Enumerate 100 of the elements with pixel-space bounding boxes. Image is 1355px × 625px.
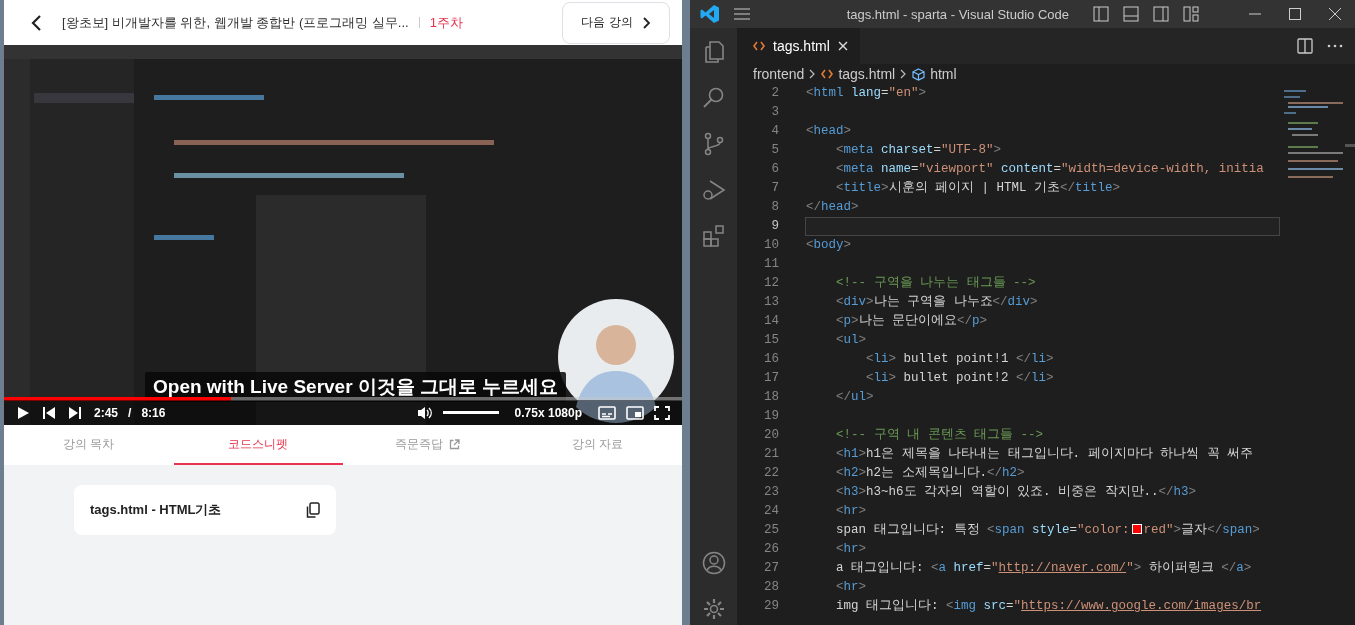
code-line: <h3>h3~h6도 각자의 역할이 있죠. 비중은 작지만..</h3> [835, 485, 1197, 499]
line-number: 21 [763, 446, 779, 463]
course-title: [왕초보] 비개발자를 위한, 웹개발 종합반 (프로그래밍 실무... [62, 13, 409, 32]
code-line: <p>나는 문단이에요</p> [835, 314, 988, 328]
code-line: <h2>h2는 소제목입니다.</h2> [835, 466, 1025, 480]
line-number: 8 [770, 199, 779, 216]
line-number: 15 [763, 332, 779, 349]
line-number: 17 [763, 370, 779, 387]
copy-icon[interactable] [306, 502, 320, 518]
extensions-icon[interactable] [701, 224, 726, 248]
picture-in-picture-icon[interactable] [626, 405, 644, 420]
more-actions-icon[interactable] [1327, 44, 1343, 48]
line-number: 7 [770, 180, 779, 197]
line-number: 22 [763, 465, 779, 482]
code-line: span 태그입니다: 특정 <span style="color: red">글자</span> [835, 523, 1260, 537]
week-label: 1주차 [429, 13, 463, 32]
sidebar-layout-icon[interactable] [1093, 6, 1109, 22]
window-title: tags.html - sparta - Visual Studio Code [845, 6, 1069, 22]
line-number: 19 [763, 408, 779, 425]
run-debug-icon[interactable] [701, 178, 726, 202]
code-line: <hr> [835, 580, 867, 594]
code-line: <hr> [835, 504, 867, 518]
code-line: img 태그입니다: <img src="https://www.google.com/images/br [835, 599, 1262, 613]
maximize-icon[interactable] [1289, 8, 1301, 20]
search-icon[interactable] [701, 86, 726, 110]
secondary-sidebar-icon[interactable] [1153, 6, 1169, 22]
code-line: <title>시훈의 페이지 | HTML 기초</title> [835, 181, 1121, 195]
line-number: 13 [763, 294, 779, 311]
back-icon[interactable] [30, 13, 42, 32]
line-number: 5 [770, 142, 779, 159]
duration: 8:16 [141, 405, 166, 420]
app-logo-icon [700, 4, 720, 24]
split-editor-icon[interactable] [1297, 38, 1313, 54]
speed-quality-label[interactable]: 0.75x 1080p [514, 405, 582, 420]
line-number: 9 [770, 218, 779, 235]
line-number: 28 [763, 579, 779, 596]
current-time: 2:45 [94, 405, 119, 420]
code-line: <div>나는 구역을 나누죠</div> [835, 295, 1038, 309]
code-line: <li> bullet point!1 </li> [865, 352, 1054, 366]
line-number: 29 [763, 598, 779, 615]
code-file-icon [821, 69, 834, 79]
code-line: <!-- 구역을 나누는 태그들 --> [835, 276, 1036, 290]
line-number: 10 [763, 237, 779, 254]
breadcrumb-item[interactable]: frontend [753, 66, 805, 82]
line-number: 16 [763, 351, 779, 368]
fullscreen-icon[interactable] [654, 405, 670, 420]
settings-icon[interactable] [701, 597, 726, 621]
menu-icon[interactable] [734, 8, 750, 20]
line-number: 20 [763, 427, 779, 444]
time-separator: / [128, 405, 132, 420]
code-line: </ul> [835, 390, 874, 404]
snippet-card[interactable]: tags.html - HTML기초 [74, 485, 336, 535]
code-line: <hr> [835, 542, 867, 556]
code-line: </head> [806, 200, 859, 214]
cube-icon [912, 67, 926, 81]
code-line: <li> bullet point!2 </li> [865, 371, 1054, 385]
editor-tab[interactable]: tags.html [737, 28, 860, 64]
close-icon[interactable] [837, 41, 848, 51]
line-number: 2 [770, 85, 779, 102]
layout-grid-icon[interactable] [1183, 6, 1199, 22]
close-icon[interactable] [1329, 8, 1341, 20]
line-number: 23 [763, 484, 779, 501]
line-number: 25 [763, 522, 779, 539]
code-line: <head> [806, 124, 852, 138]
line-number: 3 [770, 104, 779, 121]
account-icon[interactable] [701, 551, 726, 575]
code-line: <h1>h1은 제목을 나타내는 태그입니다. 페이지마다 하나씩 꼭 써주 [835, 447, 1254, 461]
line-number: 11 [763, 256, 779, 273]
tab-label: tags.html [773, 38, 830, 54]
panel-layout-icon[interactable] [1123, 6, 1139, 22]
code-line: <meta charset="UTF-8"> [835, 143, 1002, 157]
code-file-icon [753, 41, 765, 51]
line-number: 6 [770, 161, 779, 178]
code-line: a 태그입니다: <a href="http://naver.com/"> 하이퍼링크 </a> [835, 561, 1252, 575]
line-number: 14 [763, 313, 779, 330]
code-line: <!-- 구역 내 콘텐츠 태그들 --> [835, 428, 1044, 442]
code-line: <body> [806, 238, 852, 252]
previous-icon[interactable] [42, 405, 56, 420]
chevron-icon [900, 69, 908, 79]
next-icon[interactable] [68, 405, 82, 420]
line-number: 4 [770, 123, 779, 140]
code-line: <ul> [835, 333, 867, 347]
line-number: 24 [763, 503, 779, 520]
video-progress-bar[interactable] [4, 397, 682, 401]
video-caption: Open with Live Server 이것을 그대로 누르세요 [145, 372, 567, 402]
line-number: 18 [763, 389, 779, 406]
lesson-tab[interactable]: 코드스니펫 [173, 425, 343, 465]
next-lesson-button[interactable]: 다음 강의 [562, 1, 670, 44]
volume-slider[interactable] [442, 411, 499, 414]
line-number: 27 [763, 560, 779, 577]
breadcrumb-item[interactable]: html [930, 66, 957, 82]
line-number: 12 [763, 275, 779, 292]
line-number: 26 [763, 541, 779, 558]
captions-icon[interactable] [598, 405, 616, 420]
breadcrumb-item[interactable]: tags.html [838, 66, 896, 82]
snippet-title: tags.html - HTML기초 [90, 501, 222, 519]
chevron-icon [642, 16, 651, 29]
chevron-icon [809, 69, 817, 79]
code-line: <meta name="viewport" content="width=device-width, initia [835, 162, 1264, 176]
volume-icon[interactable] [416, 405, 433, 420]
